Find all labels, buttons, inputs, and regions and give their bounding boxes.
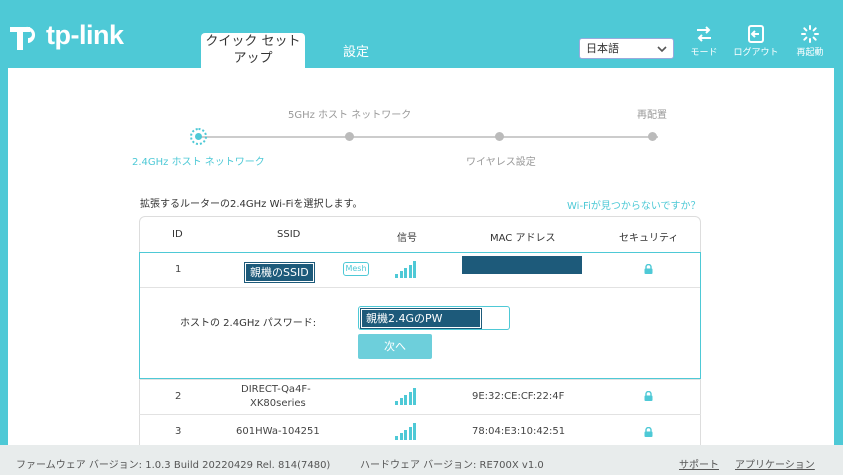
mode-icon	[697, 26, 711, 42]
step-label-wireless: ワイヤレス設定	[466, 157, 536, 168]
tab-quick-setup[interactable]: クイック セット アップ	[201, 33, 305, 68]
step-label-5ghz: 5GHz ホスト ネットワーク	[288, 110, 412, 121]
row-3-id: 3	[175, 426, 182, 437]
table-row[interactable]	[139, 414, 701, 445]
tp-link-logo[interactable]: tp-link	[8, 18, 124, 52]
lock-icon	[644, 391, 653, 401]
col-header-security: セキュリティ	[619, 233, 679, 244]
app-link[interactable]: アプリケーション	[735, 456, 815, 471]
signal-strength-icon	[395, 388, 416, 405]
firmware-version: ファームウェア バージョン: 1.0.3 Build 20220429 Rel.…	[16, 460, 331, 471]
reboot-label: 再起動	[796, 48, 824, 58]
row-divider	[140, 287, 700, 288]
col-header-signal: 信号	[397, 233, 417, 244]
row-1-id: 1	[175, 264, 182, 275]
row-1-mac-redacted	[462, 256, 582, 274]
logout-button[interactable]: ログアウト	[731, 25, 781, 58]
mode-button[interactable]: モード	[679, 25, 729, 58]
reboot-button[interactable]: 再起動	[785, 25, 835, 58]
lock-icon	[644, 264, 653, 274]
reboot-icon	[801, 25, 819, 43]
step-marker	[345, 132, 354, 141]
signal-strength-icon	[395, 261, 416, 278]
wifi-not-found-link[interactable]: Wi-Fiが見つからないですか？	[567, 197, 701, 212]
row-2-ssid-line2: XK80series	[250, 398, 306, 409]
chevron-down-icon	[657, 46, 667, 53]
col-header-mac: MAC アドレス	[490, 233, 556, 244]
signal-strength-icon	[395, 423, 416, 440]
mesh-badge: Mesh	[343, 262, 369, 276]
lock-icon	[644, 427, 653, 437]
instruction-text: 拡張するルーターの2.4GHz Wi-Fiを選択します。	[140, 199, 363, 210]
row-3-ssid: 601HWa-104251	[236, 426, 320, 437]
row-2-id: 2	[175, 391, 182, 402]
row-3-mac: 78:04:E3:10:42:51	[472, 426, 566, 437]
step-marker	[495, 132, 504, 141]
hardware-version: ハードウェア バージョン: RE700X v1.0	[360, 460, 544, 471]
mode-label: モード	[690, 48, 718, 58]
password-label: ホストの 2.4GHz パスワード:	[180, 318, 317, 329]
tab-quick-setup-line1: クイック セット	[205, 34, 301, 49]
row-2-ssid-line1: DIRECT-Qa4F-	[241, 384, 311, 395]
language-value: 日本語	[586, 42, 619, 55]
top-header: tp-link クイック セット アップ 設定 日本語 モード ログアウト 再起…	[0, 0, 843, 68]
password-input[interactable]: 親機2.4GのPW	[358, 306, 510, 330]
footer-bar: ファームウェア バージョン: 1.0.3 Build 20220429 Rel.…	[0, 445, 843, 475]
next-button[interactable]: 次へ	[358, 334, 432, 359]
stepper-track	[199, 136, 658, 138]
row-1-ssid: 親機のSSID	[244, 262, 315, 283]
language-select[interactable]: 日本語	[579, 38, 674, 59]
col-header-ssid: SSID	[277, 229, 301, 240]
step-label-24ghz: 2.4GHz ホスト ネットワーク	[132, 157, 265, 168]
support-link[interactable]: サポート	[679, 456, 719, 471]
brand-name: tp-link	[46, 19, 124, 50]
logout-icon	[748, 25, 764, 43]
table-row[interactable]	[139, 379, 701, 413]
step-label-relocate: 再配置	[637, 110, 667, 121]
step-marker	[648, 132, 657, 141]
tab-settings[interactable]: 設定	[343, 41, 369, 60]
password-value: 親機2.4GのPW	[360, 308, 482, 329]
step-current-marker	[190, 128, 207, 145]
col-header-id: ID	[172, 229, 183, 240]
tab-quick-setup-line2: アップ	[233, 51, 273, 66]
tp-link-logo-icon	[10, 26, 36, 50]
logout-label: ログアウト	[733, 48, 779, 58]
row-2-mac: 9E:32:CE:CF:22:4F	[472, 391, 565, 402]
